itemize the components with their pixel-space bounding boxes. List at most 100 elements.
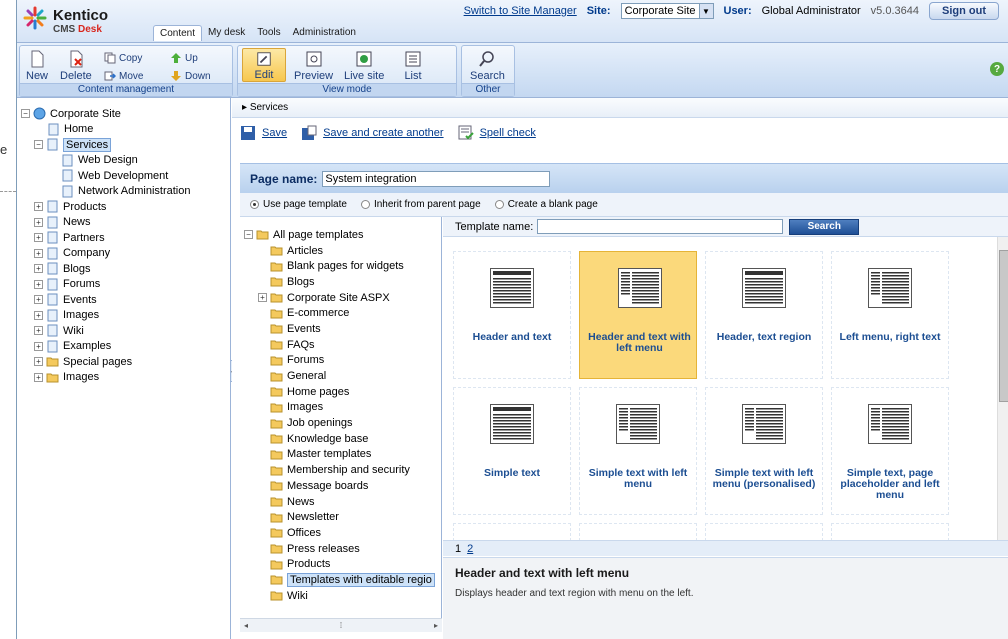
tree-item-images-folder[interactable]: + Images [17, 370, 230, 386]
tree-item-network-administration[interactable]: Network Administration [17, 184, 230, 200]
collapse-icon[interactable]: − [244, 230, 253, 240]
tree-item-examples[interactable]: + Examples [17, 339, 230, 355]
expand-icon[interactable]: + [34, 217, 43, 227]
category-item[interactable]: FAQs [240, 337, 441, 353]
tree-item-special-pages[interactable]: + Special pages [17, 354, 230, 370]
site-select[interactable]: Corporate Site ▼ [620, 3, 714, 19]
move-button[interactable]: Move [104, 70, 143, 82]
expand-icon[interactable]: + [34, 341, 43, 351]
expand-icon[interactable]: + [34, 372, 43, 382]
radio-create-blank-page[interactable]: Create a blank page [494, 199, 598, 210]
tree-item-blogs[interactable]: + Blogs [17, 261, 230, 277]
tab-my-desk[interactable]: My desk [202, 25, 251, 41]
category-item[interactable]: News [240, 494, 441, 510]
new-button[interactable]: New [26, 50, 48, 82]
tree-item-web-development[interactable]: Web Development [17, 168, 230, 184]
category-item[interactable]: Newsletter [240, 509, 441, 525]
switch-to-site-manager-link[interactable]: Switch to Site Manager [464, 5, 577, 17]
category-item[interactable]: + Corporate Site ASPX [240, 290, 441, 306]
template-tile-partial[interactable] [453, 523, 571, 540]
up-button[interactable]: Up [170, 52, 198, 64]
breadcrumb-item[interactable]: Services [250, 102, 288, 113]
tab-content[interactable]: Content [153, 25, 203, 41]
kentico-logo[interactable]: Kentico CMS Desk [23, 4, 153, 36]
category-item[interactable]: Message boards [240, 478, 441, 494]
template-name-input[interactable] [537, 219, 784, 234]
template-tile-partial[interactable] [705, 523, 823, 540]
category-item[interactable]: Job openings [240, 415, 441, 431]
category-item[interactable]: Products [240, 556, 441, 572]
search-ribbon-button[interactable]: Search [470, 50, 505, 82]
template-tile[interactable]: Simple text, page placeholder and left m… [831, 387, 949, 515]
tree-item-home[interactable]: Home [17, 122, 230, 138]
list-button[interactable]: List [404, 50, 422, 82]
tree-item-wiki[interactable]: + Wiki [17, 323, 230, 339]
expand-icon[interactable]: + [34, 279, 43, 289]
category-item[interactable]: Templates with editable regio [240, 572, 441, 588]
category-item[interactable]: E-commerce [240, 305, 441, 321]
tree-item-partners[interactable]: + Partners [17, 230, 230, 246]
template-tile[interactable]: Left menu, right text [831, 251, 949, 379]
live-site-button[interactable]: Live site [344, 50, 384, 82]
template-tile[interactable]: Simple text with left menu [579, 387, 697, 515]
tree-item-services[interactable]: − Services [17, 137, 230, 153]
category-item[interactable]: General [240, 368, 441, 384]
page-name-input[interactable] [322, 170, 551, 187]
tab-tools[interactable]: Tools [251, 25, 286, 41]
category-item[interactable]: Articles [240, 243, 441, 259]
expand-icon[interactable]: + [34, 357, 43, 367]
template-tile[interactable]: Header and text [453, 251, 571, 379]
category-item[interactable]: Forums [240, 353, 441, 369]
copy-button[interactable]: Copy [104, 52, 142, 64]
scroll-left-icon[interactable]: ◂ [244, 621, 248, 630]
tree-item-images[interactable]: + Images [17, 308, 230, 324]
down-button[interactable]: Down [170, 70, 211, 82]
tree-item-company[interactable]: + Company [17, 246, 230, 262]
expand-icon[interactable]: + [34, 295, 43, 305]
category-item[interactable]: Wiki [240, 588, 441, 604]
save-button[interactable]: Save [240, 125, 287, 141]
tree-root[interactable]: − Corporate Site [17, 106, 230, 122]
tree-item-forums[interactable]: + Forums [17, 277, 230, 293]
expand-icon[interactable]: + [34, 202, 43, 212]
template-tile[interactable]: Header and text with left menu [579, 251, 697, 379]
radio-inherit-from-parent[interactable]: Inherit from parent page [360, 199, 481, 210]
category-item[interactable]: Master templates [240, 447, 441, 463]
expand-icon[interactable]: + [34, 326, 43, 336]
category-item[interactable]: Offices [240, 525, 441, 541]
collapse-icon[interactable]: − [21, 109, 30, 119]
template-tile[interactable]: Header, text region [705, 251, 823, 379]
scroll-right-icon[interactable]: ▸ [434, 621, 438, 630]
delete-button[interactable]: Delete [60, 50, 92, 82]
radio-use-page-template[interactable]: Use page template [250, 199, 347, 210]
category-item[interactable]: Membership and security [240, 462, 441, 478]
collapse-icon[interactable]: − [34, 140, 43, 150]
spell-check-button[interactable]: Spell check [458, 125, 536, 141]
scrollbar-thumb[interactable] [999, 250, 1008, 402]
save-and-create-another-button[interactable]: Save and create another [301, 125, 444, 141]
tree-item-web-design[interactable]: Web Design [17, 153, 230, 169]
page-2-link[interactable]: 2 [467, 543, 473, 555]
preview-button[interactable]: Preview [294, 50, 333, 82]
category-item[interactable]: Blogs [240, 274, 441, 290]
expand-icon[interactable]: + [258, 293, 267, 303]
category-item[interactable]: Blank pages for widgets [240, 258, 441, 274]
sign-out-button[interactable]: Sign out [929, 2, 999, 20]
expand-icon[interactable]: + [34, 233, 43, 243]
tree-item-news[interactable]: + News [17, 215, 230, 231]
tree-item-events[interactable]: + Events [17, 292, 230, 308]
help-icon[interactable]: ? [990, 62, 1004, 76]
template-tile-partial[interactable] [831, 523, 949, 540]
category-item[interactable]: Events [240, 321, 441, 337]
template-grid-scrollbar[interactable] [997, 237, 1008, 540]
edit-button[interactable]: Edit [242, 48, 286, 82]
expand-icon[interactable]: + [34, 248, 43, 258]
tab-administration[interactable]: Administration [287, 25, 362, 41]
template-tile[interactable]: Simple text [453, 387, 571, 515]
category-item[interactable]: Knowledge base [240, 431, 441, 447]
category-item[interactable]: Images [240, 400, 441, 416]
template-tile-partial[interactable] [579, 523, 697, 540]
page-1[interactable]: 1 [455, 543, 461, 555]
template-search-button[interactable]: Search [789, 218, 860, 235]
tree-item-products[interactable]: + Products [17, 199, 230, 215]
